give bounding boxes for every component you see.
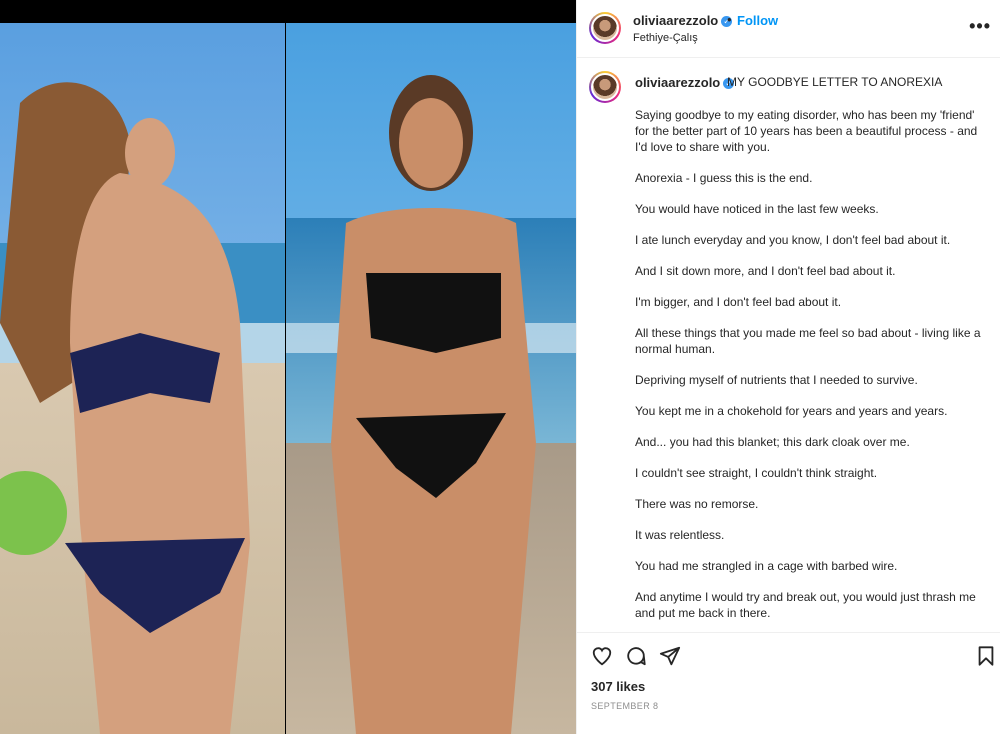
caption-avatar[interactable] <box>589 71 621 103</box>
likes-count[interactable]: 307 likes <box>591 679 645 694</box>
comment-icon[interactable] <box>625 645 647 667</box>
post-panel: oliviaarezzolo ✓ • Follow Fethiye-Çalış •… <box>576 0 1000 734</box>
caption-paragraph: And... you had this blanket; this dark c… <box>635 435 910 449</box>
caption-body: Saying goodbye to my eating disorder, wh… <box>635 107 987 632</box>
caption-paragraph: And anytime I would try and break out, y… <box>635 590 976 620</box>
author-username-text[interactable]: oliviaarezzolo <box>633 13 718 28</box>
caption-paragraph: I ate lunch everyday and you know, I don… <box>635 233 951 247</box>
post-media[interactable] <box>0 0 576 734</box>
caption-paragraph: I'm bigger, and I don't feel bad about i… <box>635 295 842 309</box>
caption-paragraph: There was no remorse. <box>635 497 759 511</box>
follow-button[interactable]: Follow <box>737 13 778 28</box>
share-icon[interactable] <box>659 645 681 667</box>
caption-paragraph: And I sit down more, and I don't feel ba… <box>635 264 896 278</box>
caption-title: MY GOODBYE LETTER TO ANOREXIA <box>727 75 943 89</box>
caption-area[interactable]: oliviaarezzolo ✓ MY GOODBYE LETTER TO ANO… <box>577 59 1000 632</box>
caption-paragraph: Saying goodbye to my eating disorder, wh… <box>635 108 978 154</box>
more-options-icon[interactable]: ••• <box>969 16 991 37</box>
bookmark-icon[interactable] <box>975 645 997 667</box>
caption-paragraph: All these things that you made me feel s… <box>635 326 981 356</box>
heart-icon[interactable] <box>591 645 613 667</box>
caption-paragraph: You kept me in a chokehold for years and… <box>635 404 948 418</box>
caption-paragraph: Depriving myself of nutrients that I nee… <box>635 373 918 387</box>
post-header: oliviaarezzolo ✓ • Follow Fethiye-Çalış •… <box>577 0 1000 58</box>
post-date[interactable]: SEPTEMBER 8 <box>591 701 658 711</box>
post-location[interactable]: Fethiye-Çalış <box>633 32 698 44</box>
author-avatar[interactable] <box>589 12 621 44</box>
post-actions: 307 likes SEPTEMBER 8 <box>577 632 1000 734</box>
author-username[interactable]: oliviaarezzolo ✓ <box>633 13 733 28</box>
caption-paragraph: You had me strangled in a cage with barb… <box>635 559 898 573</box>
caption-username-text[interactable]: oliviaarezzolo <box>635 75 720 90</box>
caption-paragraph: Anorexia - I guess this is the end. <box>635 171 813 185</box>
caption-username[interactable]: oliviaarezzolo ✓ <box>635 75 735 90</box>
separator-dot: • <box>727 12 732 27</box>
caption-paragraph: It was relentless. <box>635 528 725 542</box>
photo-before <box>0 23 285 734</box>
caption-paragraph: I couldn't see straight, I couldn't thin… <box>635 466 878 480</box>
caption-paragraph: You would have noticed in the last few w… <box>635 202 879 216</box>
photo-after <box>286 23 576 734</box>
